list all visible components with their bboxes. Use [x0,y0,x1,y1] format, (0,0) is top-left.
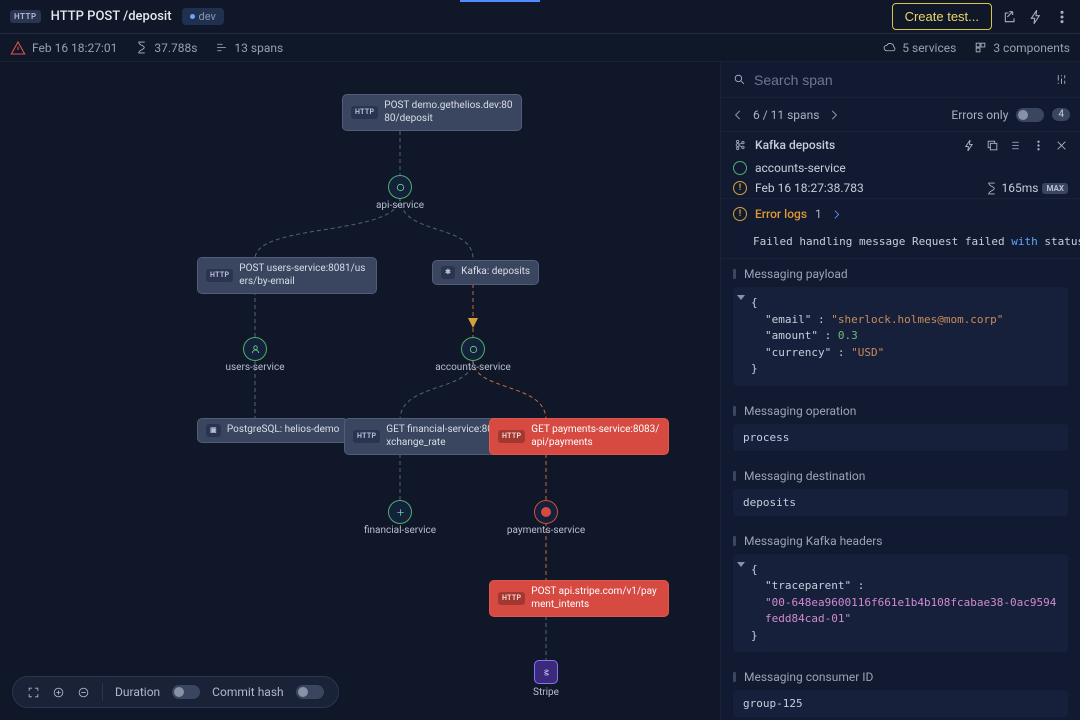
errors-only-label: Errors only [951,108,1008,122]
section-messaging-destination: Messaging destination [721,461,1080,489]
section-messaging-payload: Messaging payload [721,259,1080,287]
trace-spans: 13 spans [234,41,283,55]
service-label-api: api-service [376,200,424,211]
timer-icon [135,41,148,54]
error-logs-section: ! Error logs 1 Failed handling message R… [721,198,1080,259]
warning-icon: ! [733,207,747,221]
layout-icon[interactable] [1009,139,1022,152]
components-icon [974,41,987,54]
next-span-button[interactable] [827,108,841,122]
caret-down-icon[interactable] [737,562,745,567]
messaging-operation-value[interactable]: process [733,424,1068,451]
env-pill[interactable]: dev [182,8,224,25]
span-latency: 165ms [1002,181,1039,195]
graph-edges [0,62,720,720]
cloud-icon [883,41,896,54]
service-label-accounts: accounts-service [435,362,511,373]
create-test-button[interactable]: Create test... [892,3,992,30]
node-postgres[interactable]: ▣ PostgreSQL: helios-demo [197,418,348,443]
error-logs-label: Error logs [755,207,807,221]
section-messaging-operation: Messaging operation [721,396,1080,424]
components-count: 3 components [993,41,1070,55]
services-count: 5 services [902,41,956,55]
service-node-stripe[interactable] [534,660,558,684]
messaging-destination-value[interactable]: deposits [733,489,1068,516]
error-logs-count: 1 [815,207,822,221]
service-node-financial[interactable] [388,500,412,524]
payload-json[interactable]: { "email" : "sherlock.holmes@mom.corp" "… [733,287,1068,386]
span-title: Kafka deposits [755,138,835,152]
span-position: 6 / 11 spans [753,108,819,122]
trace-timestamp: Feb 16 18:27:01 [32,41,117,55]
bolt-icon[interactable] [963,139,976,152]
copy-icon[interactable] [986,139,999,152]
section-consumer-id: Messaging consumer ID [721,662,1080,690]
errors-only-toggle[interactable] [1016,108,1044,122]
error-log-line: Failed handling message Request failed w… [721,229,1080,258]
topbar: HTTP HTTP POST /deposit dev Create test.… [0,0,1080,34]
duration-toggle[interactable] [172,685,200,699]
db-icon: ▣ [206,424,221,437]
service-node-api[interactable] [388,175,412,199]
span-panel: 6 / 11 spans Errors only 4 Kafka deposit… [720,62,1080,720]
+[interactable] [534,500,558,524]
zoom-out-icon[interactable] [77,686,90,699]
kafka-headers-json[interactable]: { "traceparent" : "00-648ea9600116f661e1… [733,554,1068,653]
node-kafka-deposits[interactable]: ✱ Kafka: deposits [432,260,539,285]
service-label-payments: payments-service [507,525,585,536]
zoom-in-icon[interactable] [52,686,65,699]
service-label-financial: financial-service [364,525,436,536]
span-service: accounts-service [755,161,846,175]
chevron-right-icon[interactable] [830,208,843,221]
service-node-users[interactable] [243,337,267,361]
close-icon[interactable] [1055,139,1068,152]
service-label-users: users-service [225,362,284,373]
caret-down-icon[interactable] [737,295,745,300]
canvas-controls: Duration Commit hash [12,676,339,708]
duration-toggle-label: Duration [115,685,160,699]
section-kafka-headers: Messaging Kafka headers [721,526,1080,554]
latency-max-badge: MAX [1042,183,1068,194]
method-pill: HTTP [10,10,41,23]
search-icon [733,73,746,86]
kebab-icon[interactable] [1054,9,1070,25]
trace-duration: 37.788s [154,41,197,55]
kafka-icon [733,138,747,152]
errors-count-badge: 4 [1052,108,1070,121]
commit-toggle[interactable] [296,685,324,699]
sliders-icon[interactable] [1055,73,1068,86]
trace-graph-canvas[interactable]: HTTP POST demo.gethelios.dev:8080/deposi… [0,62,720,720]
service-icon [733,161,747,175]
kafka-icon: ✱ [441,266,455,279]
service-label-stripe: Stripe [533,687,559,698]
timer-icon [985,182,998,195]
commit-toggle-label: Commit hash [212,685,283,699]
fit-icon[interactable] [27,686,40,699]
node-payments-get[interactable]: HTTP GET payments-service:8083/api/payme… [489,418,669,455]
span-timestamp: Feb 16 18:27:38.783 [755,181,864,195]
consumer-id-value[interactable]: group-125 [733,690,1068,717]
prev-span-button[interactable] [731,108,745,122]
bolt-icon[interactable] [1028,9,1044,25]
node-stripe-post[interactable]: HTTP POST api.stripe.com/v1/payment_inte… [489,580,669,617]
search-input[interactable] [754,72,1047,88]
statbar: Feb 16 18:27:01 37.788s 13 spans 5 servi… [0,34,1080,62]
kebab-icon[interactable] [1032,139,1045,152]
service-node-accounts[interactable] [461,337,485,361]
warning-icon: ! [733,181,747,195]
page-title: HTTP POST /deposit [51,9,172,24]
warning-icon [10,40,26,56]
spans-icon [215,41,228,54]
node-root-request[interactable]: HTTP POST demo.gethelios.dev:8080/deposi… [342,94,522,131]
node-users-post[interactable]: HTTP POST users-service:8081/users/by-em… [197,257,377,294]
share-icon[interactable] [1002,9,1018,25]
